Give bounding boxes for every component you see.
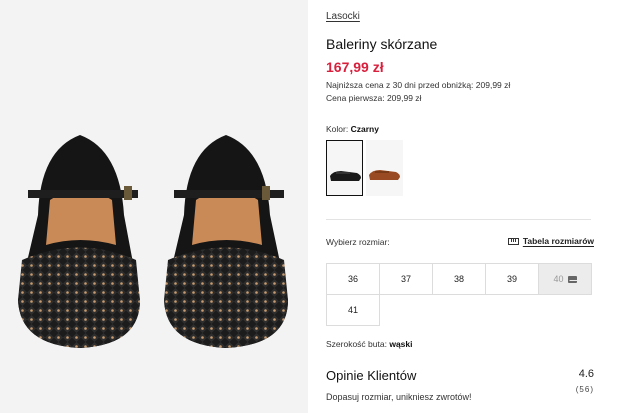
size-option-36[interactable]: 36 xyxy=(326,263,380,295)
size-option-38[interactable]: 38 xyxy=(432,263,486,295)
size-option-39[interactable]: 39 xyxy=(485,263,539,295)
ruler-icon xyxy=(507,237,519,245)
width-row: Szerokość buta: wąski xyxy=(326,339,412,349)
color-swatch-brown[interactable] xyxy=(366,140,403,196)
divider xyxy=(326,219,591,220)
size-option-label: 36 xyxy=(347,274,358,284)
width-label: Szerokość buta: xyxy=(326,339,387,349)
color-value: Czarny xyxy=(350,124,379,134)
reviews-subtitle: Dopasuj rozmiar, unikniesz zwrotów! xyxy=(326,392,472,402)
color-label: Kolor: xyxy=(326,124,349,134)
review-count: (56) xyxy=(575,385,594,394)
product-info: Lasocki Baleriny skórzane 167,99 zł Najn… xyxy=(326,0,594,413)
first-price-note: Cena pierwsza: 209,99 zł xyxy=(326,93,422,103)
size-option-41[interactable]: 41 xyxy=(326,294,380,326)
lowest-price-note: Najniższa cena z 30 dni przed obniżką: 2… xyxy=(326,80,511,90)
notify-mail-icon xyxy=(567,275,577,283)
color-row: Kolor: Czarny xyxy=(326,124,379,134)
color-swatch-black[interactable] xyxy=(326,140,363,196)
review-rating: 4.6 xyxy=(578,368,594,380)
size-option-40[interactable]: 40 xyxy=(538,263,592,295)
brand-link[interactable]: Lasocki xyxy=(326,11,360,22)
size-option-label: 41 xyxy=(347,305,358,315)
width-value: wąski xyxy=(389,339,413,349)
size-table-label: Tabela rozmiarów xyxy=(522,236,594,246)
size-table-link[interactable]: Tabela rozmiarów xyxy=(507,236,594,246)
size-option-label: 37 xyxy=(400,274,411,284)
size-option-label: 39 xyxy=(506,274,517,284)
reviews-title[interactable]: Opinie Klientów xyxy=(326,368,416,383)
size-option-37[interactable]: 37 xyxy=(379,263,433,295)
product-title: Baleriny skórzane xyxy=(326,36,438,52)
size-option-label: 38 xyxy=(453,274,464,284)
product-image[interactable] xyxy=(0,0,308,413)
size-label: Wybierz rozmiar: xyxy=(326,237,390,247)
product-price: 167,99 zł xyxy=(326,59,384,75)
size-option-label: 40 xyxy=(553,274,564,284)
size-selector: 36 37 38 39 40 41 xyxy=(326,263,592,326)
